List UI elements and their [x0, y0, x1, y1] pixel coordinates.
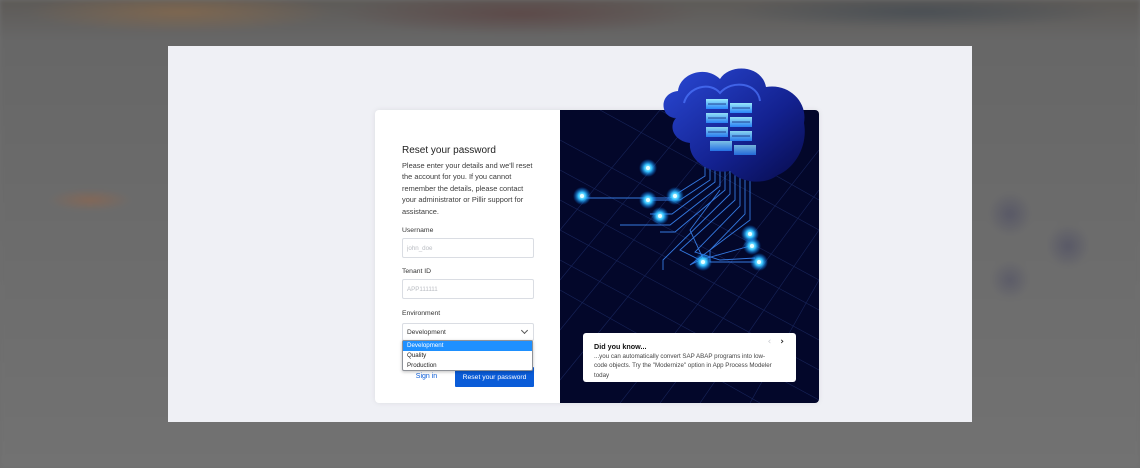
- form-title: Reset your password: [402, 145, 496, 156]
- tenant-id-label: Tenant ID: [402, 268, 432, 275]
- tenant-id-input[interactable]: [402, 279, 534, 299]
- cloud-server-icon: [663, 68, 805, 182]
- tip-text: ...you can automatically convert SAP ABA…: [594, 353, 772, 379]
- reset-password-form: Reset your password Please enter your de…: [375, 110, 560, 403]
- environment-label: Environment: [402, 310, 441, 317]
- environment-select[interactable]: Development: [402, 323, 534, 341]
- username-input[interactable]: [402, 238, 534, 258]
- environment-selected-value: Development: [407, 328, 446, 336]
- sign-in-link[interactable]: Sign in: [413, 372, 440, 382]
- environment-option-development[interactable]: Development: [403, 341, 532, 351]
- tip-navigation: ‹ ›: [768, 337, 784, 347]
- environment-option-production[interactable]: Production: [403, 361, 532, 371]
- chevron-down-icon: [520, 326, 529, 335]
- tip-title: Did you know...: [594, 342, 647, 351]
- chevron-left-icon[interactable]: ‹: [768, 337, 772, 347]
- did-you-know-card: ‹ › Did you know... ...you can automatic…: [583, 333, 796, 382]
- environment-option-quality[interactable]: Quality: [403, 351, 532, 361]
- chevron-right-icon[interactable]: ›: [780, 337, 784, 347]
- environment-dropdown: Development Quality Production: [402, 340, 533, 371]
- reset-password-modal: Reset your password Please enter your de…: [168, 46, 972, 422]
- form-description: Please enter your details and we'll rese…: [402, 161, 533, 216]
- username-label: Username: [402, 227, 434, 234]
